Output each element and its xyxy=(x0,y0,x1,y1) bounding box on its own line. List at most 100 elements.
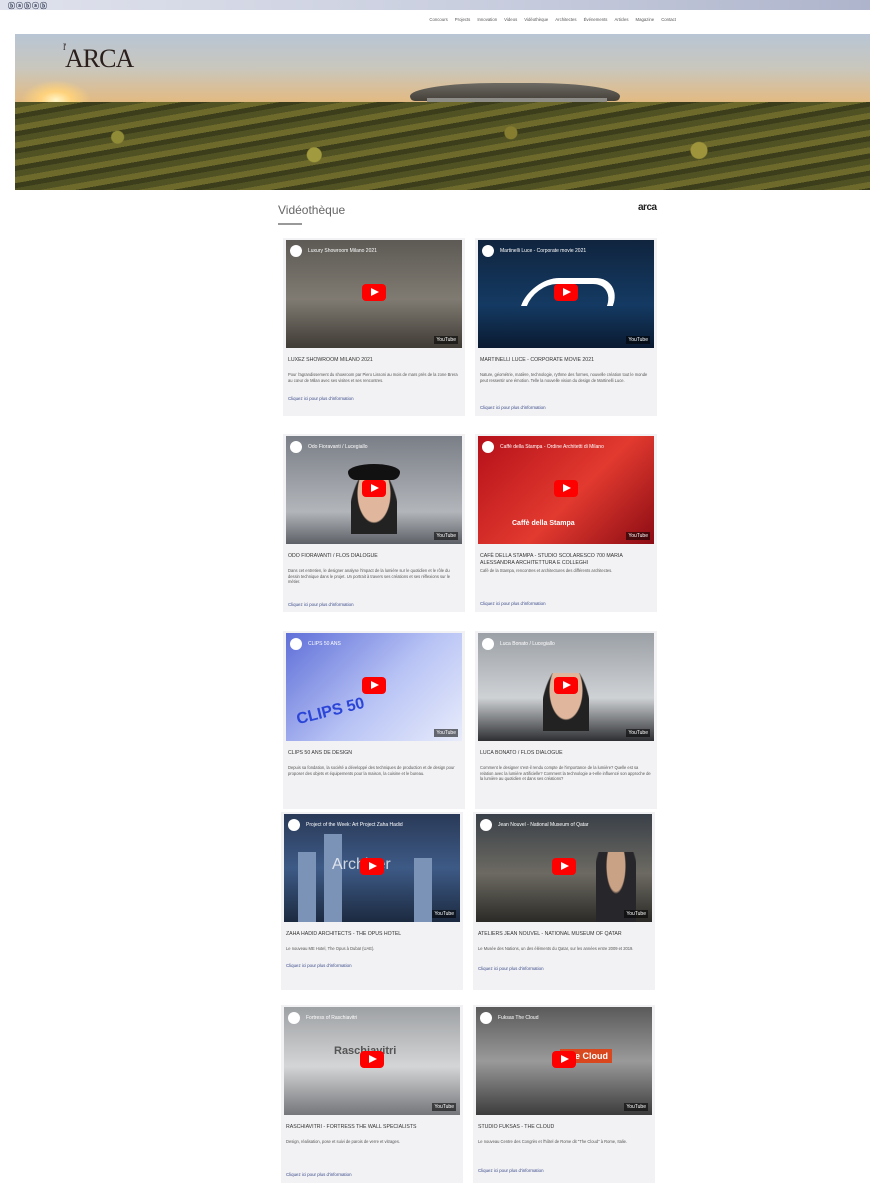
nav-item[interactable]: Contact xyxy=(661,17,676,22)
video-card-5: CLIPS 50 ANS CLIPS 50 YouTube CLIPS 50 A… xyxy=(283,631,465,809)
video-title[interactable]: Fuksas The Cloud xyxy=(498,1015,638,1021)
youtube-badge[interactable]: YouTube xyxy=(624,910,648,918)
video-thumbnail[interactable]: Caffè della Stampa - Ordine Architetti d… xyxy=(478,436,654,544)
card-title: STUDIO FUKSAS - THE CLOUD xyxy=(478,1124,555,1130)
play-icon[interactable] xyxy=(362,677,386,694)
more-info-link[interactable]: Cliquez ici pour plus d'information xyxy=(478,1168,544,1173)
logo-text: ARCA xyxy=(65,44,134,73)
channel-avatar[interactable] xyxy=(290,245,302,257)
nav-item[interactable]: Articles xyxy=(614,17,628,22)
play-icon[interactable] xyxy=(362,480,386,497)
video-title[interactable]: Martinelli Luce - Corporate movie 2021 xyxy=(500,248,640,254)
video-thumbnail[interactable]: CLIPS 50 ANS CLIPS 50 YouTube xyxy=(286,633,462,741)
more-info-link[interactable]: Cliquez ici pour plus d'information xyxy=(288,396,354,401)
youtube-badge[interactable]: YouTube xyxy=(624,1103,648,1111)
nav-item[interactable]: Magazine xyxy=(636,17,655,22)
video-thumbnail[interactable]: Odo Fioravanti / Lucegiallo YouTube xyxy=(286,436,462,544)
vineyard-field xyxy=(15,102,870,190)
nav-item[interactable]: Vidéothèque xyxy=(524,17,548,22)
play-icon[interactable] xyxy=(362,284,386,301)
youtube-badge[interactable]: YouTube xyxy=(434,729,458,737)
video-thumbnail[interactable]: Martinelli Luce - Corporate movie 2021 Y… xyxy=(478,240,654,348)
thumbnail-graphic: CLIPS 50 xyxy=(294,694,367,729)
youtube-badge[interactable]: YouTube xyxy=(434,532,458,540)
card-description: Depuis sa fondation, la société a dévelo… xyxy=(288,765,455,776)
more-info-link[interactable]: Cliquez ici pour plus d'information xyxy=(286,1172,352,1177)
more-info-link[interactable]: Cliquez ici pour plus d'information xyxy=(478,966,544,971)
thumbnail-graphic xyxy=(414,858,432,922)
more-info-link[interactable]: Cliquez ici pour plus d'information xyxy=(480,405,546,410)
more-info-link[interactable]: Cliquez ici pour plus d'information xyxy=(286,963,352,968)
channel-avatar[interactable] xyxy=(290,638,302,650)
thumbnail-graphic: Caffè della Stampa xyxy=(512,520,575,527)
play-icon[interactable] xyxy=(360,858,384,875)
video-title[interactable]: Project of the Week: Art Project Zaha Ha… xyxy=(306,822,446,828)
youtube-badge[interactable]: YouTube xyxy=(432,1103,456,1111)
thumbnail-graphic xyxy=(348,464,400,480)
nav-item[interactable]: Événements xyxy=(584,17,608,22)
video-title[interactable]: Jean Nouvel - National Museum of Qatar xyxy=(498,822,638,828)
card-description: Pour l'agrandissement du showroom par Pi… xyxy=(288,372,458,383)
video-card-2: Martinelli Luce - Corporate movie 2021 Y… xyxy=(475,238,657,416)
youtube-badge[interactable]: YouTube xyxy=(432,910,456,918)
nav-item[interactable]: Innovation xyxy=(477,17,497,22)
play-icon[interactable] xyxy=(552,858,576,875)
play-icon[interactable] xyxy=(552,1051,576,1068)
channel-avatar[interactable] xyxy=(482,638,494,650)
youtube-badge[interactable]: YouTube xyxy=(434,336,458,344)
play-icon[interactable] xyxy=(360,1051,384,1068)
video-title[interactable]: Caffè della Stampa - Ordine Architetti d… xyxy=(500,444,640,450)
hero-banner: l' ARCA xyxy=(15,34,870,190)
channel-avatar[interactable] xyxy=(288,819,300,831)
channel-avatar[interactable] xyxy=(480,1012,492,1024)
nav-item[interactable]: Videos xyxy=(504,17,517,22)
youtube-badge[interactable]: YouTube xyxy=(626,336,650,344)
youtube-badge[interactable]: YouTube xyxy=(626,729,650,737)
channel-avatar[interactable] xyxy=(482,245,494,257)
menu-bar: Concours Projects Innovation Videos Vidé… xyxy=(15,10,870,34)
channel-avatar[interactable] xyxy=(288,1012,300,1024)
video-thumbnail[interactable]: Luxury Showroom Milano 2021 YouTube xyxy=(286,240,462,348)
thumbnail-graphic xyxy=(324,834,342,922)
video-thumbnail[interactable]: Project of the Week: Art Project Zaha Ha… xyxy=(284,814,460,922)
card-title: ZAHA HADID ARCHITECTS - THE OPUS HOTEL xyxy=(286,931,402,937)
video-thumbnail[interactable]: Jean Nouvel - National Museum of Qatar Y… xyxy=(476,814,652,922)
card-description: Design, réalisation, pose et suivi de pa… xyxy=(286,1139,401,1144)
video-thumbnail[interactable]: Fortress of Raschiavitri Raschiavitri Yo… xyxy=(284,1007,460,1115)
video-card-6: Luca Bonato / Lucegiallo YouTube LUCA BO… xyxy=(475,631,657,809)
video-thumbnail[interactable]: Luca Bonato / Lucegiallo YouTube xyxy=(478,633,654,741)
video-title[interactable]: Luca Bonato / Lucegiallo xyxy=(500,641,640,647)
title-underline xyxy=(278,223,302,225)
youtube-badge[interactable]: YouTube xyxy=(626,532,650,540)
video-thumbnail[interactable]: Fuksas The Cloud The Cloud YouTube xyxy=(476,1007,652,1115)
card-title: ODO FIORAVANTI / FLOS DIALOGUE xyxy=(288,553,378,559)
site-logo[interactable]: l' ARCA xyxy=(63,42,134,74)
section-title: Vidéothèque xyxy=(278,203,346,217)
channel-avatar[interactable] xyxy=(482,441,494,453)
channel-avatar[interactable] xyxy=(290,441,302,453)
video-card-8: Jean Nouvel - National Museum of Qatar Y… xyxy=(473,812,655,990)
play-icon[interactable] xyxy=(554,284,578,301)
card-description: Le nouveau Centre des Congrès et l'hôtel… xyxy=(478,1139,628,1144)
video-title[interactable]: CLIPS 50 ANS xyxy=(308,641,448,647)
more-info-link[interactable]: Cliquez ici pour plus d'information xyxy=(288,602,354,607)
video-card-3: Odo Fioravanti / Lucegiallo YouTube ODO … xyxy=(283,434,465,612)
card-title: RASCHIAVITRI - FORTRESS THE WALL SPECIAL… xyxy=(286,1124,417,1130)
video-title[interactable]: Odo Fioravanti / Lucegiallo xyxy=(308,444,448,450)
top-strip xyxy=(0,0,870,10)
video-card-1: Luxury Showroom Milano 2021 YouTube LUXE… xyxy=(283,238,465,416)
video-title[interactable]: Luxury Showroom Milano 2021 xyxy=(308,248,448,254)
play-icon[interactable] xyxy=(554,677,578,694)
play-icon[interactable] xyxy=(554,480,578,497)
card-description: Comment le designer s'est-il rendu compt… xyxy=(480,765,651,781)
nav-item[interactable]: Projects xyxy=(455,17,471,22)
more-info-link[interactable]: Cliquez ici pour plus d'information xyxy=(480,601,546,606)
card-title: ATELIERS JEAN NOUVEL - NATIONAL MUSEUM O… xyxy=(478,931,622,937)
nav-item[interactable]: Architectes xyxy=(555,17,576,22)
video-card-10: Fuksas The Cloud The Cloud YouTube STUDI… xyxy=(473,1005,655,1183)
card-title: CLIPS 50 ANS DE DESIGN xyxy=(288,750,353,756)
card-description: Café de la Stampa, rencontres et archite… xyxy=(480,568,613,573)
nav-item[interactable]: Concours xyxy=(429,17,447,22)
channel-avatar[interactable] xyxy=(480,819,492,831)
video-title[interactable]: Fortress of Raschiavitri xyxy=(306,1015,446,1021)
